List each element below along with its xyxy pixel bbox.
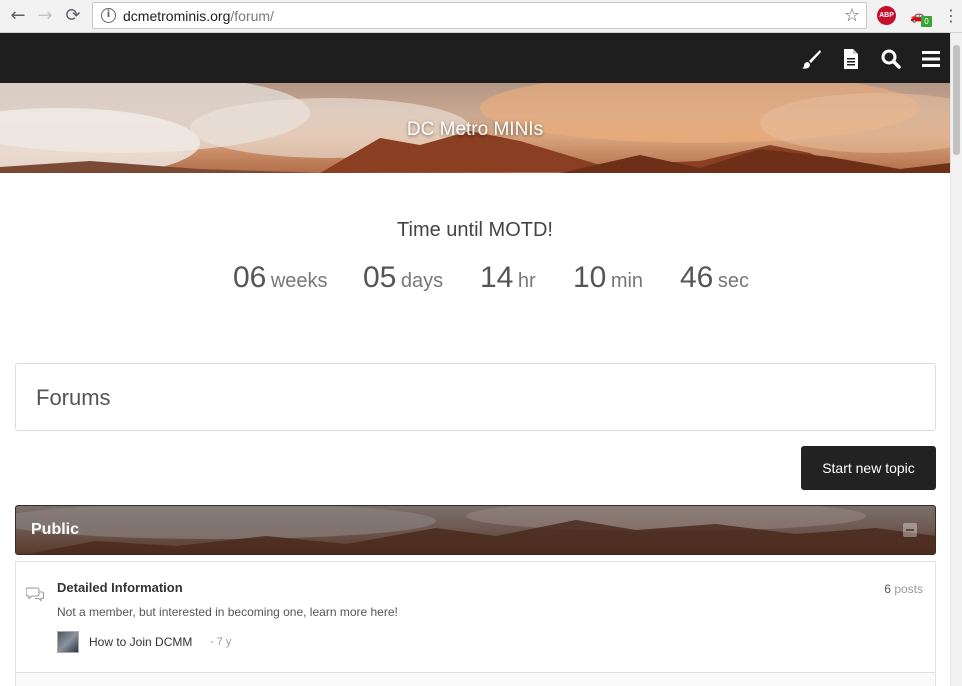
brush-icon[interactable] bbox=[800, 48, 822, 70]
countdown-weeks: 06 weeks bbox=[233, 261, 328, 295]
latest-topic-link[interactable]: How to Join DCMM bbox=[89, 635, 192, 649]
document-icon[interactable] bbox=[840, 48, 862, 70]
menu-icon[interactable] bbox=[920, 48, 942, 70]
site-title[interactable]: DC Metro MINIs bbox=[0, 119, 950, 141]
start-new-topic-button[interactable]: Start new topic bbox=[801, 446, 936, 490]
hero-banner: DC Metro MINIs bbox=[0, 83, 950, 173]
post-count-label: posts bbox=[894, 582, 923, 596]
collapse-icon[interactable] bbox=[903, 523, 917, 537]
scrollbar-thumb[interactable] bbox=[953, 45, 960, 155]
countdown-hours: 14 hr bbox=[480, 261, 536, 295]
url-text: dcmetrominis.org/forum/ bbox=[123, 8, 274, 24]
adblock-icon[interactable]: ABP bbox=[877, 6, 896, 25]
countdown-unit: hr bbox=[517, 270, 536, 292]
category-title[interactable]: Public bbox=[31, 521, 79, 539]
more-vert-icon[interactable]: ⋮ bbox=[943, 6, 959, 26]
search-icon[interactable] bbox=[880, 48, 902, 70]
countdown-days: 05 days bbox=[363, 261, 443, 295]
forum-row-next bbox=[15, 673, 936, 686]
countdown-value: 14 bbox=[480, 261, 514, 294]
countdown-unit: sec bbox=[717, 270, 749, 292]
page-scrollbar[interactable] bbox=[950, 33, 962, 686]
post-count: 6 posts bbox=[884, 582, 923, 596]
forum-title[interactable]: Detailed Information bbox=[57, 580, 183, 595]
forward-arrow-icon[interactable]: → bbox=[33, 5, 57, 27]
countdown-value: 05 bbox=[363, 261, 397, 294]
countdown-value: 46 bbox=[680, 261, 714, 294]
extension-icon[interactable]: 🚗 0 bbox=[908, 5, 932, 27]
forum-description: Not a member, but interested in becoming… bbox=[57, 605, 398, 619]
category-banner-image bbox=[16, 506, 935, 554]
post-count-value: 6 bbox=[884, 582, 891, 596]
browser-toolbar: ← → ⟳ i dcmetrominis.org/forum/ ☆ ABP 🚗 … bbox=[0, 0, 962, 33]
address-bar[interactable]: i dcmetrominis.org/forum/ ☆ bbox=[92, 2, 867, 29]
countdown-value: 10 bbox=[573, 261, 607, 294]
chat-bubbles-icon bbox=[26, 587, 44, 602]
page-title: Forums bbox=[36, 385, 111, 410]
reload-icon[interactable]: ⟳ bbox=[61, 5, 85, 27]
countdown-seconds: 46 sec bbox=[680, 261, 749, 295]
forum-row: Detailed Information Not a member, but i… bbox=[15, 561, 936, 673]
countdown-value: 06 bbox=[233, 261, 267, 294]
back-arrow-icon[interactable]: ← bbox=[6, 5, 30, 27]
countdown-unit: days bbox=[400, 270, 444, 292]
latest-topic-age: - 7 y bbox=[210, 636, 232, 648]
page-viewport: DC Metro MINIs Time until MOTD! 06 weeks… bbox=[0, 33, 950, 686]
info-icon[interactable]: i bbox=[101, 8, 116, 23]
motd-heading: Time until MOTD! bbox=[397, 219, 553, 241]
site-topbar bbox=[0, 33, 950, 83]
countdown-unit: weeks bbox=[270, 270, 328, 292]
forums-header-box: Forums bbox=[15, 363, 936, 431]
countdown-unit: min bbox=[610, 270, 644, 292]
latest-post-thumbnail[interactable] bbox=[57, 631, 79, 653]
bookmark-star-icon[interactable]: ☆ bbox=[844, 5, 860, 26]
extension-badge: 0 bbox=[921, 16, 932, 27]
countdown-minutes: 10 min bbox=[573, 261, 643, 295]
category-header-public[interactable]: Public bbox=[15, 505, 936, 555]
